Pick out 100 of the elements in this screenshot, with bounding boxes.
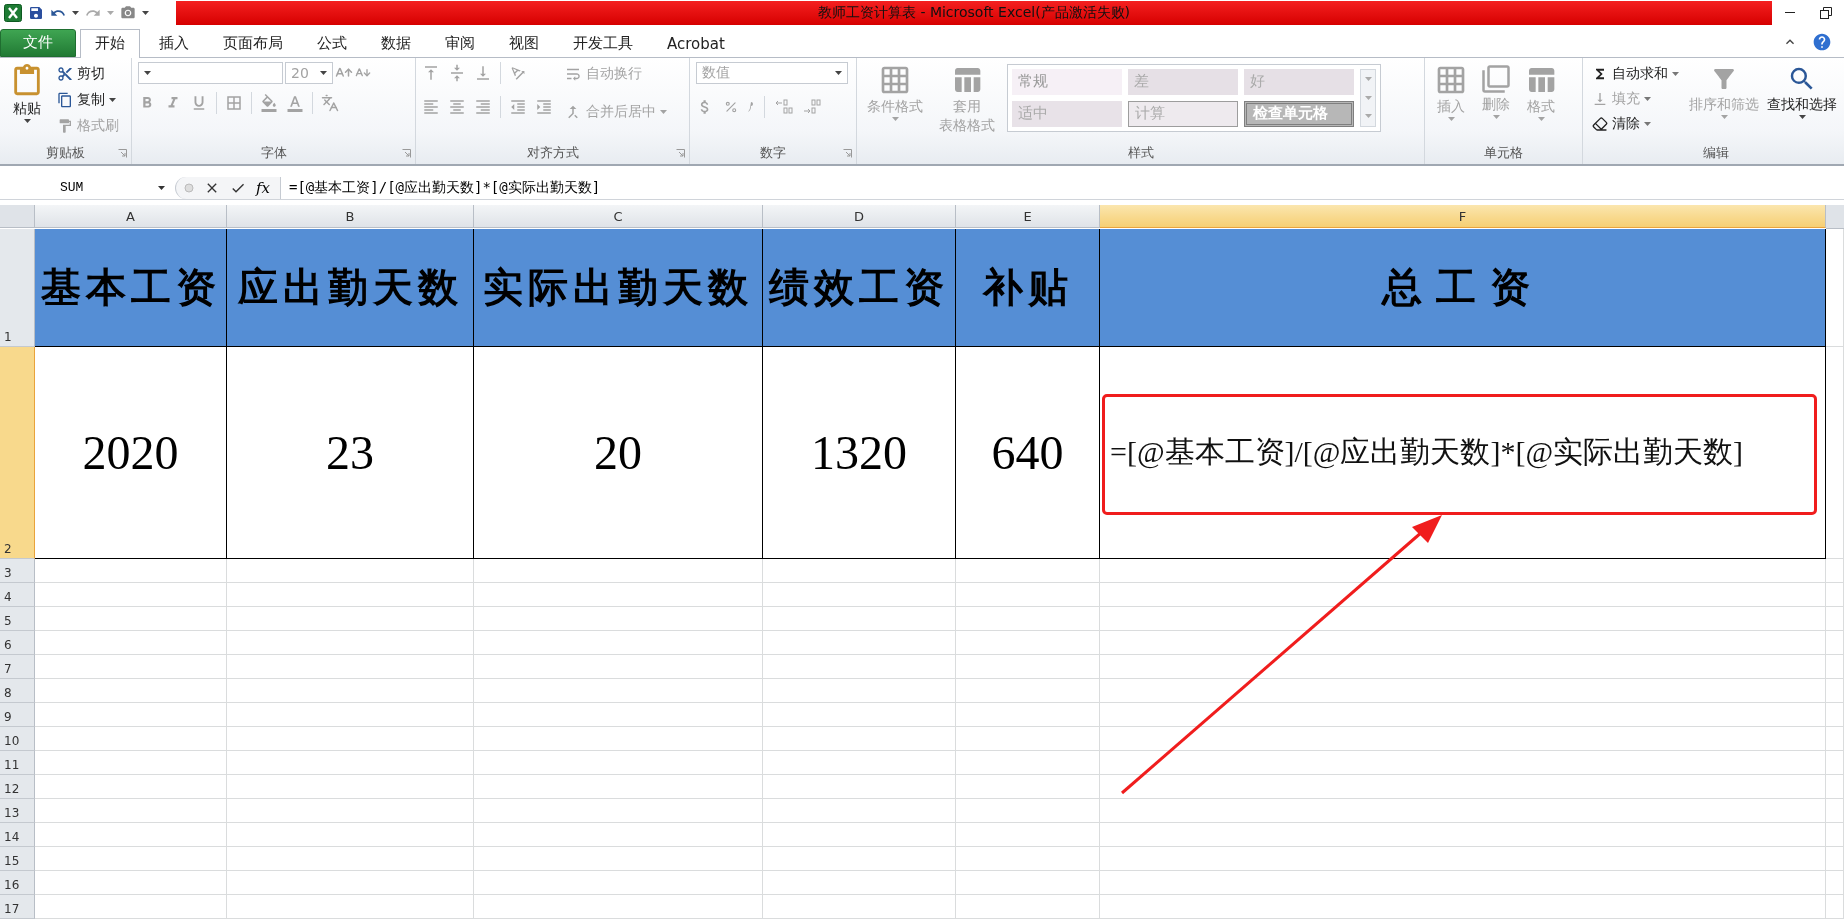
row-header[interactable]: 13: [0, 799, 35, 823]
row-header[interactable]: 6: [0, 631, 35, 655]
caret-icon: [23, 119, 31, 124]
formula-cell: =[@基本工资]/[@应出勤天数]*[@实际出勤天数]: [1100, 347, 1826, 559]
caret-icon: [891, 117, 899, 122]
copy-icon: [57, 91, 73, 108]
ribbon-tab[interactable]: 页面布局: [208, 28, 298, 58]
caret-icon: [1644, 96, 1651, 101]
row-header[interactable]: 17: [0, 895, 35, 919]
restore-icon[interactable]: [1819, 7, 1832, 20]
column-header[interactable]: D: [763, 205, 956, 228]
header-cell: 实际出勤天数: [474, 229, 763, 347]
header-cell: 总工资: [1100, 229, 1826, 347]
table-cell: 2020: [35, 347, 227, 559]
table-cell: 20: [474, 347, 763, 559]
column-header[interactable]: A: [35, 205, 227, 228]
ribbon-tab[interactable]: 插入: [144, 28, 204, 58]
insert-function-button[interactable]: fx: [256, 178, 270, 197]
ribbon-tab[interactable]: 公式: [302, 28, 362, 58]
caret-icon: [1364, 95, 1372, 100]
dialog-launcher-icon[interactable]: [118, 148, 127, 158]
row-header[interactable]: 4: [0, 583, 35, 607]
circle-icon: [184, 182, 194, 193]
column-header[interactable]: F: [1100, 205, 1826, 228]
paste-button[interactable]: 粘贴: [6, 61, 48, 126]
find-select-button[interactable]: 查找和选择: [1766, 61, 1838, 122]
caret-icon: [1364, 76, 1372, 81]
ribbon-tab[interactable]: 数据: [366, 28, 426, 58]
ribbon-tab[interactable]: 开发工具: [558, 28, 648, 58]
file-tab[interactable]: 文件: [0, 28, 76, 57]
caret-icon: [144, 70, 151, 75]
group-label: 数字: [760, 144, 786, 163]
group-label: 字体: [260, 144, 287, 163]
formula-field[interactable]: =[@基本工资]/[@应出勤天数]*[@实际出勤天数]: [280, 176, 1844, 199]
row-header[interactable]: 1: [0, 229, 35, 347]
paintbrush-icon: [57, 117, 73, 134]
ribbon-tab[interactable]: 视图: [494, 28, 554, 58]
caret-icon: [835, 70, 842, 75]
cut-button[interactable]: 剪切: [54, 61, 108, 86]
ribbon-tab[interactable]: 开始: [80, 28, 140, 58]
select-all-corner[interactable]: [0, 205, 35, 228]
caret-icon: [107, 11, 114, 16]
row-header[interactable]: 2: [0, 347, 35, 559]
header-cell: 基本工资: [35, 229, 227, 347]
scissors-icon: [57, 65, 73, 82]
dialog-launcher-icon[interactable]: [843, 148, 852, 158]
caret-icon: [142, 11, 149, 16]
header-cell: 应出勤天数: [227, 229, 474, 347]
name-box[interactable]: SUM: [0, 176, 175, 199]
column-header[interactable]: C: [474, 205, 763, 228]
caret-icon: [109, 97, 116, 102]
caret-icon: [1364, 114, 1372, 119]
group-label: 编辑: [1702, 144, 1729, 163]
down-arrow-icon: [1592, 90, 1608, 107]
header-cell: 绩效工资: [763, 229, 956, 347]
header-cell: 补贴: [956, 229, 1100, 347]
ribbon-tab[interactable]: 审阅: [430, 28, 490, 58]
row-header[interactable]: 10: [0, 727, 35, 751]
font-name-field[interactable]: [138, 61, 283, 84]
group-label: 剪贴板: [46, 144, 85, 163]
row-header[interactable]: 7: [0, 655, 35, 679]
group-label: 单元格: [1484, 144, 1523, 163]
caret-icon: [1644, 121, 1651, 126]
column-header-strip: [1826, 205, 1844, 229]
caret-icon: [1537, 117, 1545, 122]
table-cell: 1320: [763, 347, 956, 559]
caret-icon: [158, 185, 165, 190]
eraser-icon: [1592, 115, 1608, 132]
column-header[interactable]: E: [956, 205, 1100, 228]
autosum-button[interactable]: 自动求和: [1589, 61, 1682, 86]
excel-logo-icon[interactable]: [4, 4, 22, 23]
dialog-launcher-icon[interactable]: [676, 148, 685, 158]
dialog-launcher-icon[interactable]: [402, 148, 411, 158]
caret-icon: [72, 11, 79, 16]
copy-button[interactable]: 复制: [54, 87, 119, 112]
caret-icon: [1447, 117, 1455, 122]
help-icon[interactable]: [1812, 31, 1832, 52]
column-header[interactable]: B: [227, 205, 474, 228]
save-icon[interactable]: [28, 5, 44, 22]
row-header[interactable]: 12: [0, 775, 35, 799]
row-header[interactable]: 15: [0, 847, 35, 871]
table-cell: 23: [227, 347, 474, 559]
minimize-icon[interactable]: [1784, 12, 1795, 15]
table-cell: 640: [956, 347, 1100, 559]
row-header[interactable]: 3: [0, 559, 35, 583]
gallery-scroll[interactable]: [1360, 68, 1376, 127]
ribbon-tab[interactable]: Acrobat: [652, 28, 740, 58]
row-header[interactable]: 14: [0, 823, 35, 847]
caret-icon: [1798, 115, 1806, 120]
group-label: 样式: [1127, 144, 1154, 163]
row-header[interactable]: 8: [0, 679, 35, 703]
row-header[interactable]: 11: [0, 751, 35, 775]
row-header[interactable]: 16: [0, 871, 35, 895]
group-label: 对齐方式: [526, 144, 579, 163]
caret-icon: [1672, 71, 1679, 76]
row-header[interactable]: 9: [0, 703, 35, 727]
caret-icon: [660, 109, 667, 114]
caret-icon: [1492, 115, 1500, 120]
row-header[interactable]: 5: [0, 607, 35, 631]
clear-button[interactable]: 清除: [1589, 111, 1654, 136]
